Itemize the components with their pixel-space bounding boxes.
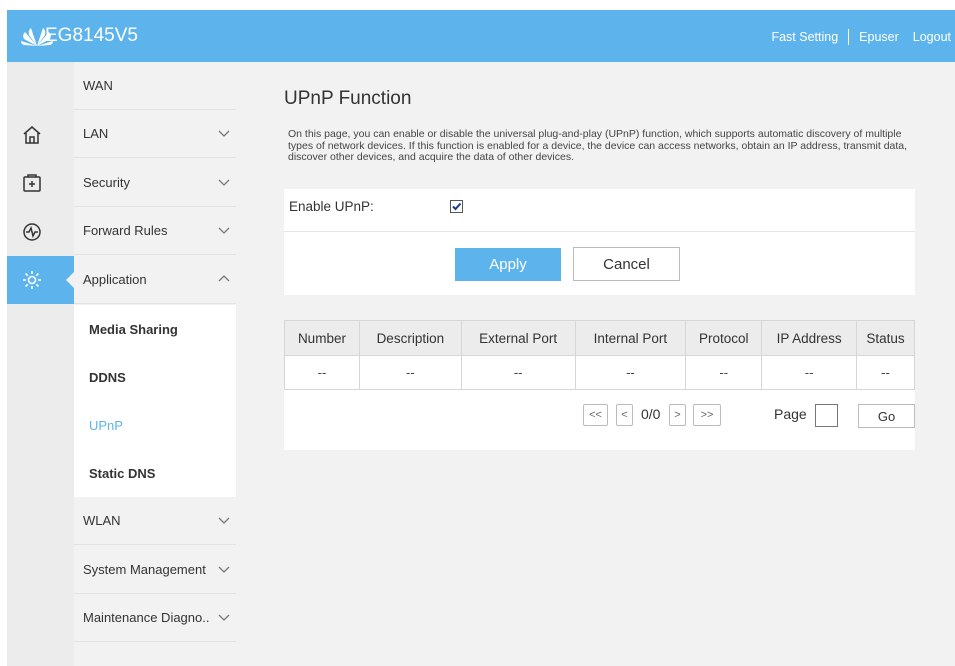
- sub-menu: WAN LAN Security Forward Rules Applicati…: [74, 62, 236, 666]
- column-header: Status: [856, 320, 915, 356]
- rail-home[interactable]: [7, 111, 74, 159]
- menu-item-wan[interactable]: WAN: [74, 62, 236, 110]
- last-page-button[interactable]: >>: [693, 404, 721, 426]
- column-header: External Port: [460, 320, 576, 356]
- rail-advanced[interactable]: [7, 159, 74, 207]
- user-link[interactable]: Epuser: [859, 28, 899, 46]
- sub-item-label: Media Sharing: [89, 321, 178, 337]
- icon-rail: [7, 62, 74, 666]
- sub-item-static-dns[interactable]: Static DNS: [74, 449, 236, 497]
- enable-upnp-checkbox[interactable]: [450, 200, 463, 213]
- sub-item-ddns[interactable]: DDNS: [74, 353, 236, 401]
- chevron-down-icon: [218, 130, 230, 137]
- menu-item-label: Security: [83, 175, 130, 190]
- page-number-input[interactable]: [815, 404, 838, 427]
- prev-page-button[interactable]: <: [616, 404, 633, 426]
- column-header: IP Address: [761, 320, 858, 356]
- chevron-down-icon: [218, 227, 230, 234]
- page-info: 0/0: [641, 406, 661, 422]
- go-button[interactable]: Go: [858, 404, 915, 428]
- main-content: UPnP Function On this page, you can enab…: [236, 62, 955, 666]
- column-header: Internal Port: [574, 320, 687, 356]
- menu-item-label: Forward Rules: [83, 223, 168, 238]
- table-cell: --: [685, 355, 763, 390]
- chevron-up-icon: [218, 275, 230, 282]
- add-box-icon: [23, 174, 41, 192]
- column-header: Number: [284, 320, 360, 356]
- upnp-table-panel: Number Description External Port Interna…: [284, 320, 915, 450]
- chevron-down-icon: [218, 179, 230, 186]
- menu-item-label: Maintenance Diagno..: [83, 610, 210, 625]
- table-row: -- -- -- -- -- -- --: [284, 355, 915, 390]
- menu-item-application[interactable]: Application: [74, 256, 236, 304]
- sub-item-media-sharing[interactable]: Media Sharing: [74, 305, 236, 353]
- sub-item-label: UPnP: [89, 417, 123, 433]
- table-cell: --: [856, 355, 915, 390]
- monitor-pulse-icon: [23, 223, 41, 241]
- apply-button[interactable]: Apply: [455, 248, 561, 281]
- chevron-down-icon: [218, 517, 230, 524]
- table-cell: --: [761, 355, 858, 390]
- column-header: Description: [358, 320, 462, 356]
- sub-item-label: Static DNS: [89, 465, 156, 481]
- menu-item-forward-rules[interactable]: Forward Rules: [74, 207, 236, 255]
- link-divider: [848, 29, 850, 45]
- rail-settings[interactable]: [7, 256, 74, 304]
- menu-item-maintenance[interactable]: Maintenance Diagno..: [74, 594, 236, 642]
- page-title: UPnP Function: [284, 88, 412, 109]
- menu-item-label: LAN: [83, 126, 109, 141]
- menu-item-system-management[interactable]: System Management: [74, 546, 236, 594]
- column-header: Protocol: [685, 320, 763, 356]
- checkmark-icon: [452, 202, 462, 211]
- rail-status[interactable]: [7, 208, 74, 256]
- table-cell: --: [460, 355, 576, 390]
- home-icon: [23, 126, 41, 144]
- table-header-row: Number Description External Port Interna…: [284, 320, 915, 356]
- menu-item-wlan[interactable]: WLAN: [74, 497, 236, 545]
- sub-item-label: DDNS: [89, 369, 126, 385]
- gear-icon: [23, 271, 41, 289]
- next-page-button[interactable]: >: [669, 404, 686, 426]
- page-label: Page: [774, 406, 807, 422]
- upnp-settings-panel: Enable UPnP: Apply Cancel: [284, 189, 915, 295]
- sub-item-upnp[interactable]: UPnP: [74, 401, 236, 449]
- top-header: EG8145V5 Fast Setting Epuser Logout: [7, 10, 955, 62]
- chevron-down-icon: [218, 614, 230, 621]
- cancel-button[interactable]: Cancel: [573, 247, 680, 281]
- menu-item-security[interactable]: Security: [74, 159, 236, 207]
- device-model: EG8145V5: [45, 25, 138, 46]
- pagination: << < 0/0 > >> Page Go: [284, 404, 915, 434]
- enable-upnp-label: Enable UPnP:: [289, 199, 374, 214]
- fast-setting-link[interactable]: Fast Setting: [771, 28, 838, 46]
- page-description: On this page, you can enable or disable …: [288, 128, 908, 163]
- menu-item-label: WAN: [83, 78, 113, 93]
- first-page-button[interactable]: <<: [583, 404, 608, 426]
- upnp-table: Number Description External Port Interna…: [284, 320, 915, 390]
- table-cell: --: [574, 355, 687, 390]
- top-links: Fast Setting Epuser Logout: [771, 28, 951, 46]
- table-cell: --: [284, 355, 360, 390]
- menu-item-lan[interactable]: LAN: [74, 110, 236, 158]
- chevron-down-icon: [218, 566, 230, 573]
- menu-item-label: Application: [83, 272, 147, 287]
- logout-link[interactable]: Logout: [913, 28, 951, 46]
- menu-item-label: WLAN: [83, 513, 121, 528]
- table-cell: --: [358, 355, 462, 390]
- divider: [284, 231, 915, 232]
- menu-item-label: System Management: [83, 562, 206, 577]
